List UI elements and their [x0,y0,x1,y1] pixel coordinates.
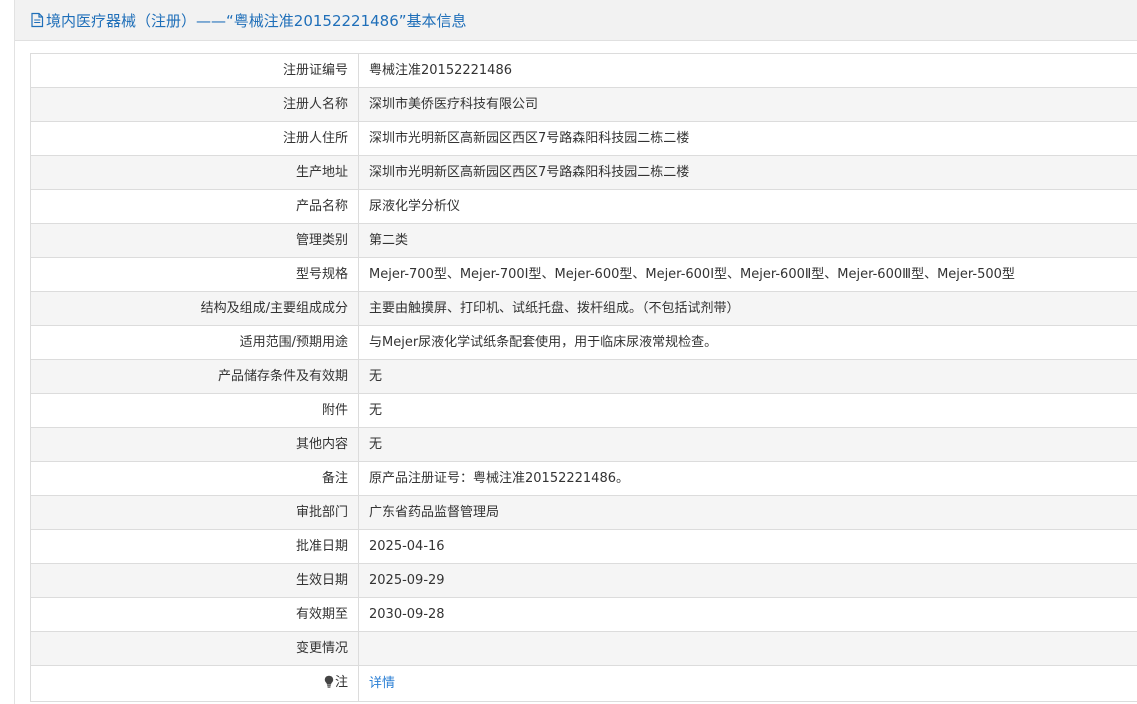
field-value: Mejer-700型、Mejer-700I型、Mejer-600型、Mejer-… [358,257,1137,292]
field-label: 型号规格 [30,257,359,292]
note-label: 注 [334,675,348,690]
field-value: 深圳市光明新区高新园区西区7号路森阳科技园二栋二楼 [358,121,1137,156]
field-value: 深圳市美侨医疗科技有限公司 [358,87,1137,122]
table-row: 型号规格 Mejer-700型、Mejer-700I型、Mejer-600型、Me… [30,257,1137,292]
field-label: 附件 [30,393,359,428]
field-value: 2030-09-28 [358,597,1137,632]
table-row: 审批部门 广东省药品监督管理局 [30,495,1137,530]
field-label: 产品储存条件及有效期 [30,359,359,394]
field-label: 变更情况 [30,631,359,666]
table-row: 变更情况 [30,631,1137,666]
field-label: 管理类别 [30,223,359,258]
field-value: 尿液化学分析仪 [358,189,1137,224]
table-row: 注册人名称 深圳市美侨医疗科技有限公司 [30,87,1137,122]
table-row: 注册证编号 粤械注准20152221486 [30,53,1137,88]
field-value: 粤械注准20152221486 [358,53,1137,88]
table-row: 注册人住所 深圳市光明新区高新园区西区7号路森阳科技园二栋二楼 [30,121,1137,156]
panel-header: 境内医疗器械（注册）——“粤械注准20152221486”基本信息 [15,0,1137,41]
table-row: 管理类别 第二类 [30,223,1137,258]
table-row-note: 注 详情 [30,665,1137,702]
field-value: 主要由触摸屏、打印机、试纸托盘、拨杆组成。（不包括试剂带） [358,291,1137,326]
field-value: 第二类 [358,223,1137,258]
field-value: 原产品注册证号：粤械注准20152221486。 [358,461,1137,496]
table-row: 附件无 [30,393,1137,428]
details-link[interactable]: 详情 [369,676,395,691]
field-label: 有效期至 [30,597,359,632]
field-label: 生产地址 [30,155,359,190]
field-value [358,631,1137,666]
table-row: 结构及组成/主要组成成分 主要由触摸屏、打印机、试纸托盘、拨杆组成。（不包括试剂带… [30,291,1137,326]
info-panel: 境内医疗器械（注册）——“粤械注准20152221486”基本信息 注册证编号粤… [14,0,1137,704]
field-label: 产品名称 [30,189,359,224]
note-value-cell: 详情 [358,665,1137,702]
field-value: 2025-09-29 [358,563,1137,598]
field-value: 深圳市光明新区高新园区西区7号路森阳科技园二栋二楼 [358,155,1137,190]
table-row: 产品名称 尿液化学分析仪 [30,189,1137,224]
table-row: 产品储存条件及有效期无 [30,359,1137,394]
table-row: 适用范围/预期用途 与Mejer尿液化学试纸条配套使用，用于临床尿液常规检查。 [30,325,1137,360]
field-value: 2025-04-16 [358,529,1137,564]
registration-info-table: 注册证编号 粤械注准20152221486 注册人名称 深圳市美侨医疗科技有限公司 注册… [30,53,1137,702]
field-value: 与Mejer尿液化学试纸条配套使用，用于临床尿液常规检查。 [358,325,1137,360]
field-label: 注册人名称 [30,87,359,122]
field-label: 注册人住所 [30,121,359,156]
field-value: 广东省药品监督管理局 [358,495,1137,530]
field-label: 注册证编号 [30,53,359,88]
document-icon [30,12,44,28]
page-title: 境内医疗器械（注册）——“粤械注准20152221486”基本信息 [46,11,467,30]
field-value: 无 [358,359,1137,394]
field-label: 备注 [30,461,359,496]
table-row: 批准日期 2025-04-16 [30,529,1137,564]
field-label: 审批部门 [30,495,359,530]
note-label-cell: 注 [30,665,359,702]
table-row: 备注 原产品注册证号：粤械注准20152221486。 [30,461,1137,496]
table-row: 其他内容无 [30,427,1137,462]
field-value: 无 [358,393,1137,428]
table-row: 有效期至 2030-09-28 [30,597,1137,632]
field-label: 生效日期 [30,563,359,598]
field-label: 批准日期 [30,529,359,564]
table-row: 生产地址 深圳市光明新区高新园区西区7号路森阳科技园二栋二楼 [30,155,1137,190]
field-value: 无 [358,427,1137,462]
lightbulb-icon [324,668,334,701]
field-label: 其他内容 [30,427,359,462]
field-label: 结构及组成/主要组成成分 [30,291,359,326]
field-label: 适用范围/预期用途 [30,325,359,360]
table-row: 生效日期 2025-09-29 [30,563,1137,598]
